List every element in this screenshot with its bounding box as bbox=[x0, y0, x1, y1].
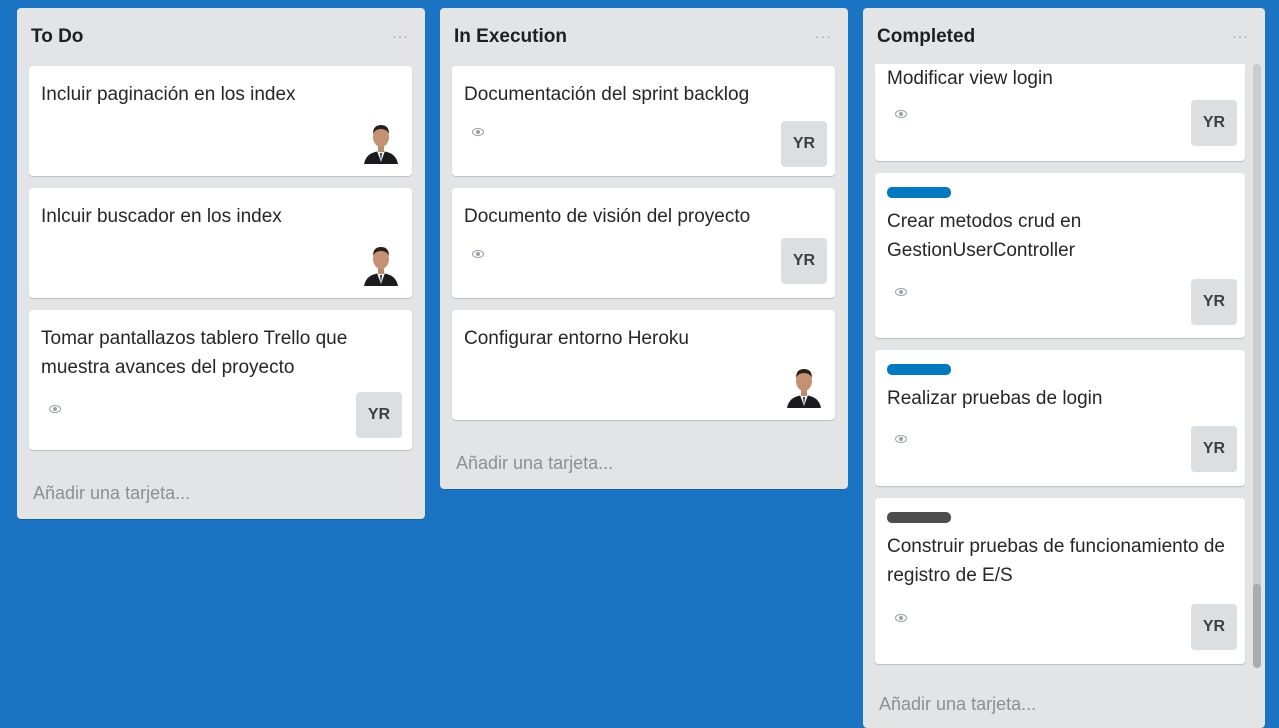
list-completed: Completed ··· Modificar view login YR Cr… bbox=[863, 8, 1265, 728]
card[interactable]: Documento de visión del proyecto YR bbox=[452, 188, 835, 298]
list-title[interactable]: In Execution bbox=[454, 26, 567, 48]
eye-icon bbox=[895, 110, 907, 118]
user-photo-avatar[interactable] bbox=[358, 240, 404, 286]
card[interactable]: Incluir paginación en los index bbox=[29, 66, 412, 176]
card-label[interactable] bbox=[887, 187, 951, 198]
card-label[interactable] bbox=[887, 364, 951, 375]
card[interactable]: Tomar pantallazos tablero Trello que mue… bbox=[29, 310, 412, 450]
card-title: Modificar view login bbox=[887, 68, 1053, 89]
user-photo-avatar[interactable] bbox=[781, 362, 827, 408]
member-avatar[interactable]: YR bbox=[781, 121, 827, 167]
add-card-button[interactable]: Añadir una tarjeta... bbox=[33, 483, 190, 504]
eye-icon bbox=[895, 288, 907, 296]
list-title[interactable]: Completed bbox=[877, 26, 975, 48]
card-title: Construir pruebas de funcionamiento de r… bbox=[887, 536, 1225, 586]
eye-icon bbox=[895, 614, 907, 622]
add-card-button[interactable]: Añadir una tarjeta... bbox=[879, 694, 1036, 715]
eye-icon bbox=[895, 435, 907, 443]
member-avatar[interactable]: YR bbox=[781, 238, 827, 284]
more-options-icon[interactable]: ··· bbox=[815, 28, 832, 44]
card[interactable]: Documentación del sprint backlog YR bbox=[452, 66, 835, 176]
card-title: Documento de visión del proyecto bbox=[464, 206, 751, 227]
member-avatar[interactable]: YR bbox=[1191, 100, 1237, 146]
more-options-icon[interactable]: ··· bbox=[392, 28, 409, 44]
card-title: Configurar entorno Heroku bbox=[464, 328, 689, 349]
card-title: Incluir paginación en los index bbox=[41, 84, 296, 105]
member-avatar[interactable]: YR bbox=[356, 392, 402, 438]
card[interactable]: Modificar view login YR bbox=[875, 64, 1245, 161]
eye-icon bbox=[472, 250, 484, 258]
member-avatar[interactable]: YR bbox=[1191, 604, 1237, 650]
add-card-button[interactable]: Añadir una tarjeta... bbox=[456, 453, 613, 474]
eye-icon bbox=[49, 405, 61, 413]
member-avatar[interactable]: YR bbox=[1191, 426, 1237, 472]
list-header: Completed ··· bbox=[863, 8, 1265, 64]
user-photo-avatar[interactable] bbox=[358, 118, 404, 164]
scroll-thumb[interactable] bbox=[1253, 584, 1261, 668]
list-scrollbar[interactable] bbox=[1253, 64, 1261, 668]
card[interactable]: Construir pruebas de funcionamiento de r… bbox=[875, 498, 1245, 664]
member-avatar[interactable]: YR bbox=[1191, 279, 1237, 325]
card[interactable]: Crear metodos crud en GestionUserControl… bbox=[875, 173, 1245, 338]
more-options-icon[interactable]: ··· bbox=[1232, 28, 1249, 44]
card-title: Tomar pantallazos tablero Trello que mue… bbox=[41, 328, 348, 378]
list-header: In Execution ··· bbox=[440, 8, 848, 64]
list-to-do: To Do ··· Incluir paginación en los inde… bbox=[17, 8, 425, 519]
list-header: To Do ··· bbox=[17, 8, 425, 64]
list-in-execution: In Execution ··· Documentación del sprin… bbox=[440, 8, 848, 489]
card-title: Documentación del sprint backlog bbox=[464, 84, 750, 105]
card-title: Inlcuir buscador en los index bbox=[41, 206, 282, 227]
card[interactable]: Realizar pruebas de login YR bbox=[875, 350, 1245, 486]
card-title: Realizar pruebas de login bbox=[887, 388, 1103, 409]
card-title: Crear metodos crud en GestionUserControl… bbox=[887, 211, 1082, 261]
list-title[interactable]: To Do bbox=[31, 26, 83, 48]
card-label[interactable] bbox=[887, 512, 951, 523]
card[interactable]: Configurar entorno Heroku bbox=[452, 310, 835, 420]
eye-icon bbox=[472, 128, 484, 136]
card[interactable]: Inlcuir buscador en los index bbox=[29, 188, 412, 298]
